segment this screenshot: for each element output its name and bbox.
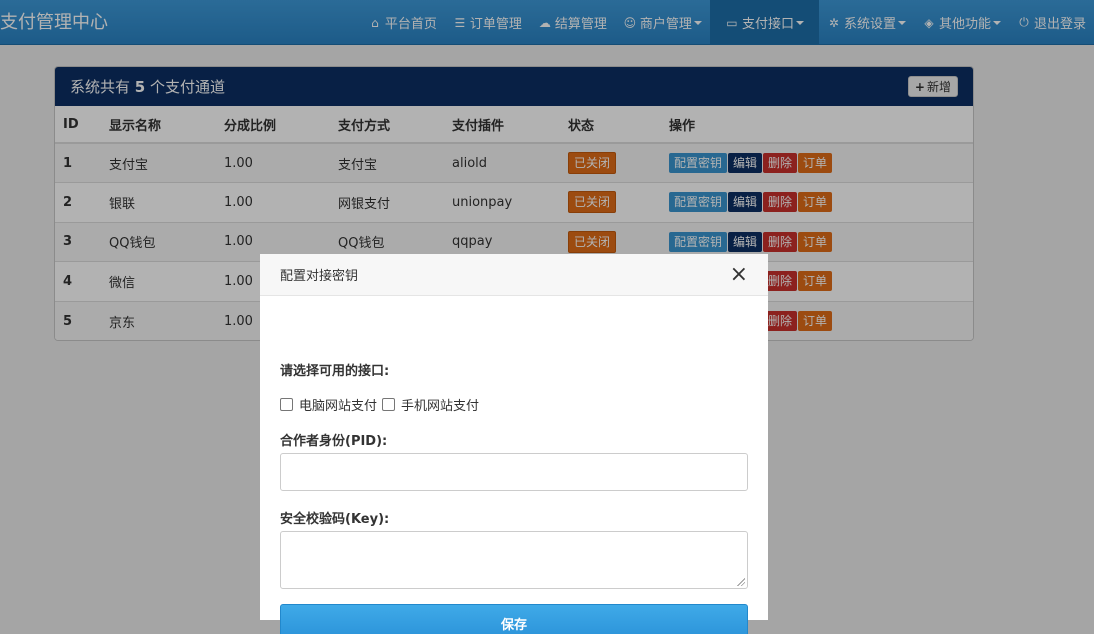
- modal-header: 配置对接密钥 ×: [260, 254, 768, 296]
- option-pc-web-label[interactable]: 电脑网站支付: [299, 395, 377, 414]
- key-textarea[interactable]: [280, 531, 748, 589]
- close-icon[interactable]: ×: [730, 263, 748, 286]
- save-button[interactable]: 保存: [280, 604, 748, 634]
- config-key-modal: 配置对接密钥 × 请选择可用的接口: 电脑网站支付 手机网站支付 合作者身份(P…: [260, 254, 768, 634]
- pid-label: 合作者身份(PID):: [280, 434, 388, 449]
- interface-options: 电脑网站支付 手机网站支付: [280, 395, 484, 414]
- checkbox-pc-web[interactable]: [280, 398, 293, 411]
- modal-title: 配置对接密钥: [280, 269, 359, 284]
- checkbox-mobile-web[interactable]: [382, 398, 396, 411]
- pid-input[interactable]: [280, 453, 748, 491]
- key-label: 安全校验码(Key):: [280, 512, 390, 527]
- interface-label: 请选择可用的接口:: [280, 364, 390, 379]
- resize-grip-icon[interactable]: [737, 578, 745, 586]
- option-mobile-web-label[interactable]: 手机网站支付: [401, 395, 479, 414]
